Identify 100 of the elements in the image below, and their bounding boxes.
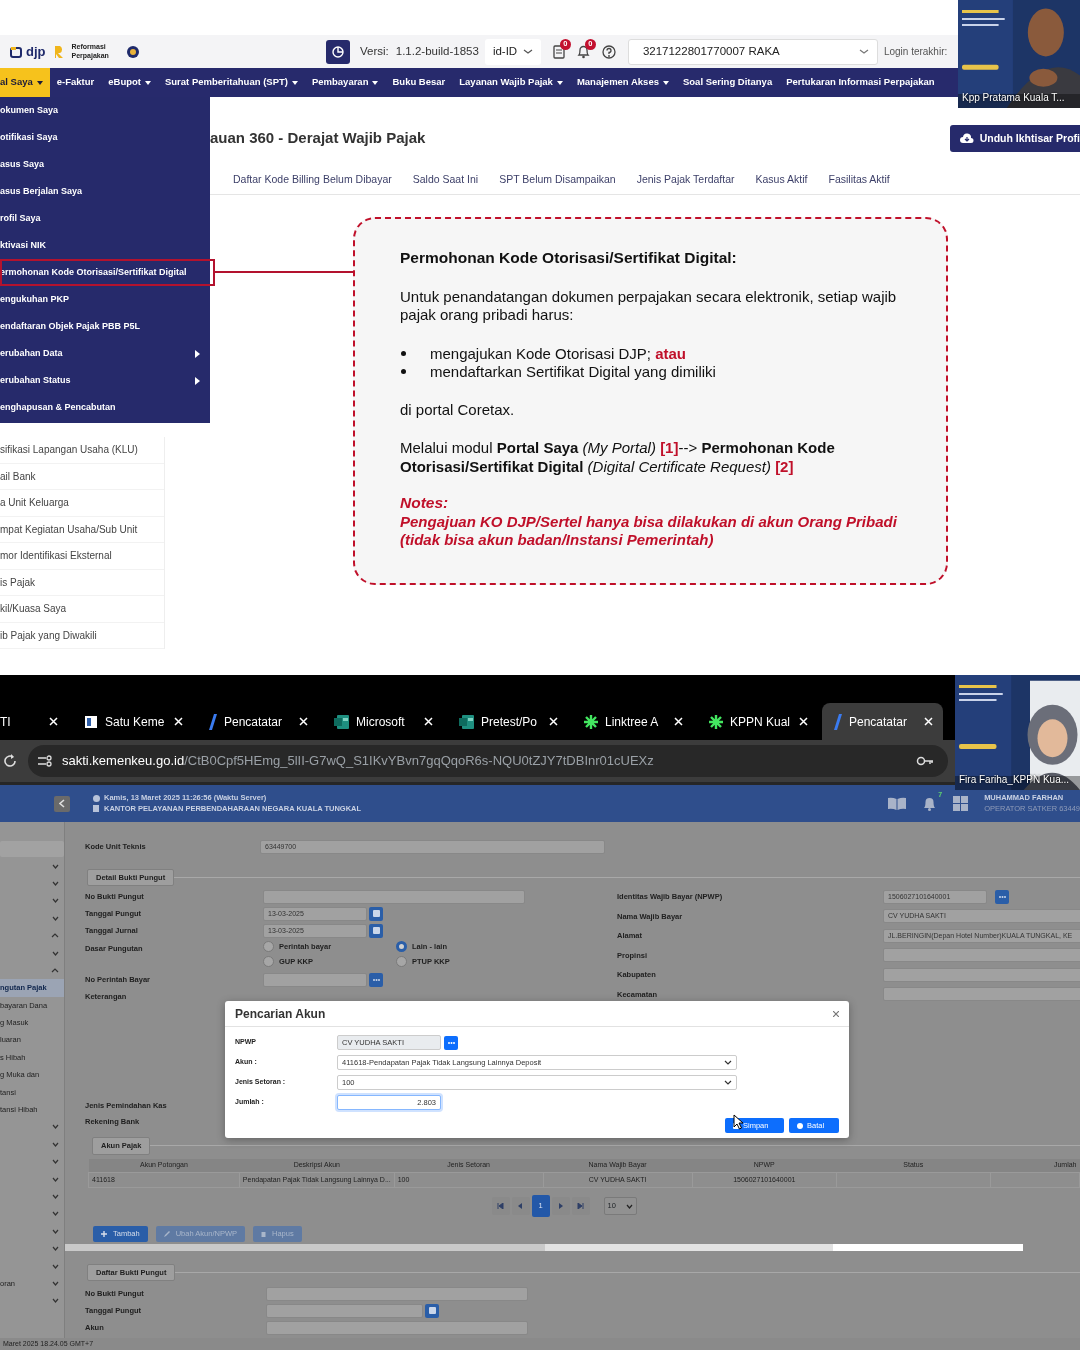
input-field[interactable] (883, 987, 1080, 1002)
address-bar[interactable]: sakti.kemenkeu.go.id/CtB0Cpf5HEmg_5lII-G7wQ_S1IKvYBvn7gqQqoR6s-NQU0tZJY7tDBInr01cUEXz (28, 745, 948, 777)
chevron-down-icon (52, 1211, 59, 1217)
sidebar-item[interactable]: ib Pajak yang Diwakili (0, 622, 164, 649)
bookmark-icon (834, 713, 842, 730)
browser-tab[interactable]: Linktree A (572, 703, 693, 740)
plus-icon (101, 1231, 107, 1237)
sidebar-item[interactable]: mor Identifikasi Eksternal (0, 543, 164, 570)
input-field[interactable] (883, 967, 1080, 982)
sidebar-item[interactable]: is Pajak (0, 569, 164, 596)
cursor-icon (733, 1114, 744, 1130)
sidebar-item[interactable]: a Unit Keluarga (0, 490, 164, 517)
sidebar-item[interactable]: mpat Kegiatan Usaha/Sub Unit (0, 516, 164, 543)
sidebar-item[interactable]: sifikasi Lapangan Usaha (KLU) (0, 437, 164, 464)
scrollbar[interactable] (65, 1244, 1023, 1251)
tab[interactable]: Jenis Pajak Terdaftar (636, 171, 735, 188)
input-field[interactable] (263, 889, 525, 904)
taxpayer-select[interactable]: 3217122801770007 RAKA (627, 38, 878, 65)
nav-menu-item[interactable]: al Saya (0, 68, 50, 97)
url-text: sakti.kemenkeu.go.id/CtB0Cpf5HEmg_5lII-G7wQ_S1IKvYBvn7gqQqoR6s-NQU0tZJY7tDBInr01cUEXz (62, 752, 655, 771)
nav-menu-item[interactable]: Manajemen Akses (569, 68, 676, 97)
previous-page-icon (517, 1203, 524, 1209)
browser-tab[interactable]: TI (0, 703, 68, 740)
nav-menu-item[interactable]: Buku Besar (385, 68, 453, 97)
site-info-icon[interactable] (38, 755, 52, 767)
nav-menu-item[interactable]: Pembayaran (304, 68, 386, 97)
input-field[interactable] (266, 1320, 528, 1335)
help-icon[interactable] (601, 44, 616, 59)
notes-label: Notes: (400, 494, 450, 513)
lookup-button[interactable] (444, 1035, 458, 1050)
bell-icon[interactable] (922, 796, 938, 811)
nav-menu-item[interactable]: e-Faktur (49, 68, 102, 97)
menu-item[interactable]: endaftaran Objek Pajak PBB P5L (0, 313, 210, 340)
menu-item[interactable]: asus Berjalan Saya (0, 178, 210, 205)
calendar-icon (372, 927, 380, 935)
input-field[interactable] (266, 1286, 528, 1301)
browser-tab[interactable]: Pretest/Po (447, 703, 568, 740)
nav-menu-item[interactable]: eBupot (101, 68, 158, 97)
sidebar-item[interactable]: kil/Kuasa Saya (0, 596, 164, 623)
back-button[interactable] (54, 795, 70, 812)
menu-item[interactable]: otifikasi Saya (0, 124, 210, 151)
reload-icon[interactable] (4, 754, 16, 768)
bullet-icon (401, 369, 406, 375)
nav-menu-item[interactable]: Surat Pemberitahuan (SPT) (157, 68, 305, 97)
tab[interactable]: Fasilitas Aktif (828, 171, 890, 188)
nav-menu-item[interactable]: Pertukaran Informasi Perpajakan (779, 68, 942, 97)
input-field[interactable] (263, 972, 367, 987)
last-page-button[interactable] (571, 1197, 590, 1215)
app-button[interactable] (326, 39, 350, 64)
document-icon[interactable] (552, 44, 565, 59)
first-page-button[interactable] (491, 1197, 510, 1215)
previous-page-button[interactable] (511, 1197, 530, 1215)
callout-text: Untuk penandatangan dokumen perpajakan secara elektronik, setiap wajib pajak orang pribadi harus: (400, 287, 898, 325)
grid-icon[interactable] (953, 796, 969, 811)
browser-tab[interactable]: Pencatatar (822, 703, 943, 740)
menu-item[interactable]: okumen Saya (0, 97, 210, 124)
menu-item[interactable]: asus Saya (0, 151, 210, 178)
tab[interactable]: Daftar Kode Billing Belum Dibayar (233, 171, 392, 188)
language-select[interactable]: id-ID (484, 38, 541, 65)
input-field[interactable] (883, 948, 1080, 963)
book-icon[interactable] (888, 797, 907, 810)
sidebar-item[interactable]: ail Bank (0, 463, 164, 490)
radio-button[interactable] (263, 941, 274, 953)
tab[interactable]: Kasus Aktif (755, 171, 808, 188)
menu-item[interactable]: rofil Saya (0, 205, 210, 232)
chevron-down-icon (52, 1298, 59, 1304)
lookup-button[interactable] (369, 972, 383, 987)
nav-menu-item[interactable]: Soal Sering Ditanya (675, 68, 780, 97)
browser-tab[interactable]: Microsoft (322, 703, 443, 740)
menu-item[interactable]: erubahan Status (0, 367, 210, 394)
browser-tab[interactable]: Satu Keme (72, 703, 193, 740)
radio-button[interactable] (396, 941, 407, 953)
chevron-down-icon (858, 49, 869, 54)
next-page-button[interactable] (551, 1197, 570, 1215)
download-button[interactable]: Unduh Ikhtisar Profi (949, 125, 1080, 152)
radio-button[interactable] (396, 955, 407, 967)
lookup-button[interactable] (995, 889, 1009, 904)
nav-menu-item[interactable]: Layanan Wajib Pajak (452, 68, 570, 97)
menu-item[interactable]: enghapusan & Pencabutan (0, 394, 210, 421)
search-field[interactable] (0, 840, 64, 857)
calendar-button[interactable] (369, 906, 383, 921)
tab[interactable]: Saldo Saat Ini (412, 171, 479, 188)
bell-icon[interactable] (576, 44, 590, 59)
calendar-button[interactable] (369, 923, 383, 938)
key-icon[interactable] (916, 756, 934, 766)
version-label: Versi: (360, 43, 389, 59)
browser-tab[interactable]: KPPN Kual (697, 703, 818, 740)
cloud-icon (959, 133, 974, 144)
radio-button[interactable] (263, 955, 274, 967)
menu-item[interactable]: erubahan Data (0, 340, 210, 367)
menu-item[interactable]: engukuhan PKP (0, 286, 210, 313)
calendar-button[interactable] (425, 1303, 439, 1318)
tab[interactable]: SPT Belum Disampaikan (499, 171, 616, 188)
chevron-down-icon (522, 49, 533, 54)
browser-tab[interactable]: Pencatatar (197, 703, 318, 740)
input-field[interactable] (266, 1303, 423, 1318)
spreadsheet-icon (459, 714, 474, 729)
menu-item[interactable]: ktivasi NIK (0, 232, 210, 259)
dots-icon (447, 1041, 455, 1044)
page-icon (84, 714, 98, 729)
